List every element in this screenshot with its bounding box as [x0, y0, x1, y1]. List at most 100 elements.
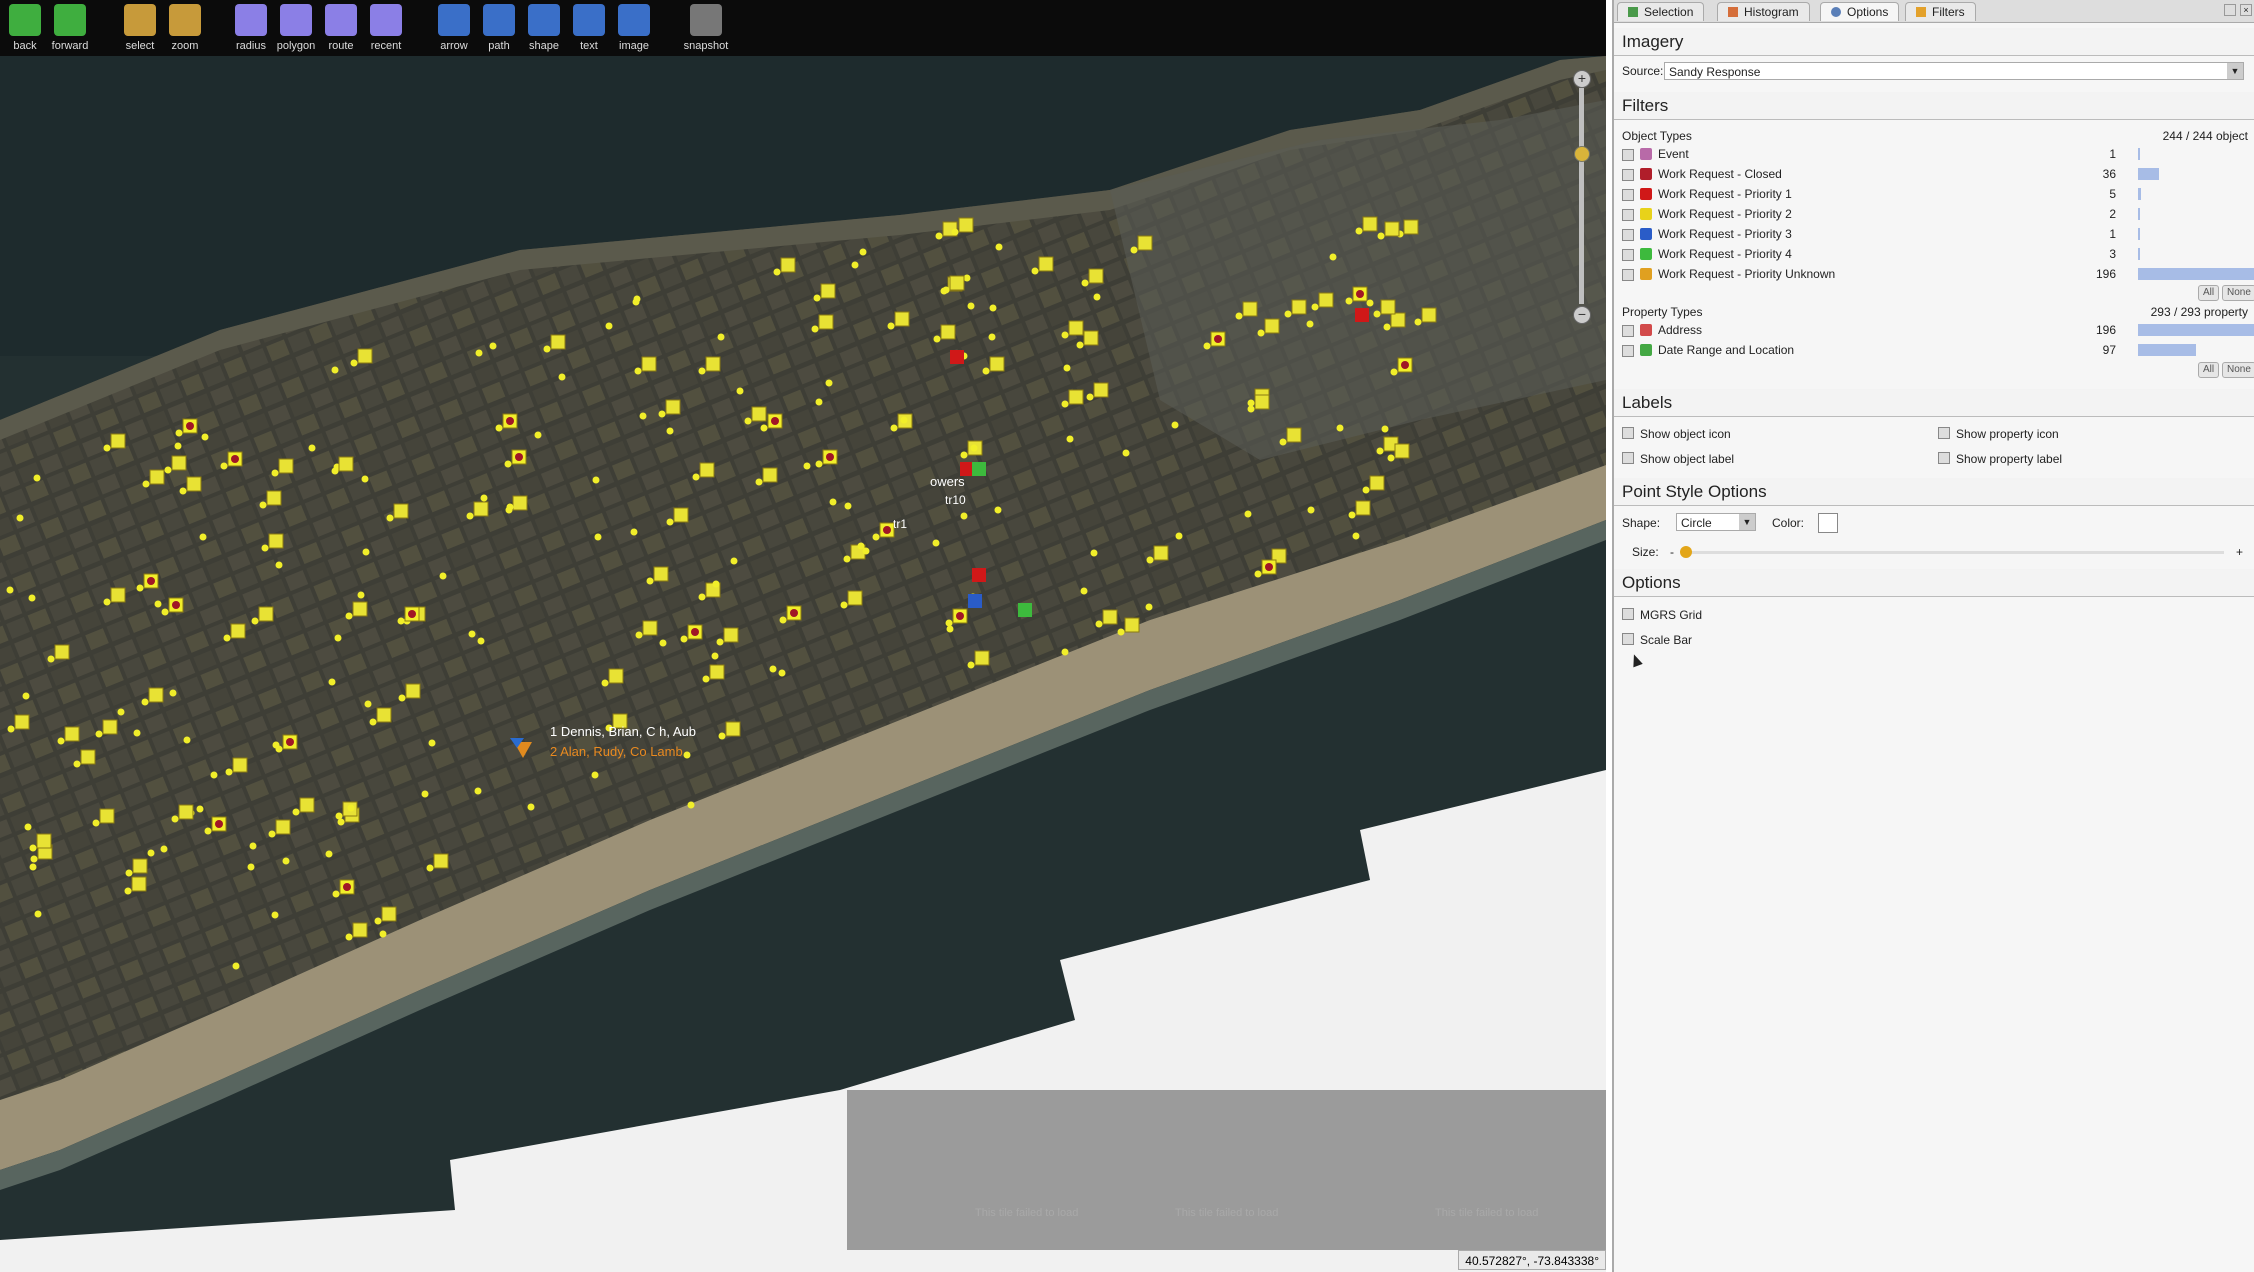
tab-options[interactable]: Options [1820, 2, 1900, 21]
size-slider-handle[interactable] [1680, 546, 1692, 558]
filter-row[interactable]: Work Request - Closed 36 [1622, 165, 2248, 183]
property-types-all-button[interactable]: All [2198, 362, 2220, 378]
address-point [504, 460, 512, 468]
camera-icon [690, 4, 722, 36]
filter-checkbox[interactable] [1622, 169, 1634, 181]
priority-marker [950, 350, 964, 364]
address-point [1031, 267, 1039, 275]
filter-row[interactable]: Work Request - Priority 3 1 [1622, 225, 2248, 243]
zoom-tool-button[interactable]: zoom [162, 4, 208, 52]
text-tool-button[interactable]: text [566, 4, 612, 52]
tab-histogram[interactable]: Histogram [1717, 2, 1810, 21]
route-tool-button[interactable]: route [318, 4, 364, 52]
zoom-in-icon[interactable]: + [1573, 70, 1591, 88]
address-point [220, 462, 228, 470]
shape-select[interactable]: Circle ▼ [1676, 513, 1756, 531]
filter-count-bar [2138, 228, 2140, 240]
address-point [1061, 648, 1069, 656]
address-point [935, 232, 943, 240]
color-swatch[interactable] [1818, 513, 1838, 533]
image-tool-button[interactable]: image [611, 4, 657, 52]
snapshot-tool-button[interactable]: snapshot [683, 4, 729, 52]
filter-checkbox[interactable] [1622, 229, 1634, 241]
address-point [34, 910, 42, 918]
filter-row[interactable]: Address 196 [1622, 321, 2254, 339]
size-minus[interactable]: - [1670, 545, 1674, 559]
filter-row[interactable]: Work Request - Priority Unknown 196 [1622, 265, 2254, 283]
zoom-slider[interactable]: + − [1572, 70, 1592, 325]
filter-count: 5 [2109, 187, 2116, 201]
address-point [1254, 570, 1262, 578]
filter-checkbox[interactable] [1622, 269, 1634, 281]
size-plus[interactable]: + [2236, 545, 2243, 559]
closed-icon [286, 738, 294, 746]
address-point [292, 808, 300, 816]
filter-count-bar [2138, 324, 2254, 336]
filter-checkbox[interactable] [1622, 189, 1634, 201]
property-types-none-button[interactable]: None [2222, 362, 2254, 378]
address-point [592, 476, 600, 484]
work-request-marker [131, 876, 147, 892]
tool-label: back [13, 40, 37, 52]
polygon-tool-button[interactable]: polygon [273, 4, 319, 52]
address-point [271, 911, 279, 919]
path-tool-button[interactable]: path [476, 4, 522, 52]
work-request-marker [54, 644, 70, 660]
address-point [308, 444, 316, 452]
filter-row[interactable]: Work Request - Priority 2 2 [1622, 205, 2248, 223]
address-point [103, 598, 111, 606]
work-request-marker [1264, 318, 1280, 334]
address-point [851, 261, 859, 269]
address-point [711, 652, 719, 660]
zoom-handle[interactable] [1574, 146, 1590, 162]
forward-tool-button[interactable]: forward [47, 4, 93, 52]
map-view[interactable]: This tile failed to load This tile faile… [0, 0, 1606, 1272]
show-property-label-checkbox[interactable]: Show property label [1938, 451, 2062, 466]
address-point [480, 494, 488, 502]
filter-checkbox[interactable] [1622, 209, 1634, 221]
shape-tool-button[interactable]: shape [521, 4, 567, 52]
address-point [183, 736, 191, 744]
panel-menu-icon[interactable] [2224, 4, 2236, 16]
radius-tool-button[interactable]: radius [228, 4, 274, 52]
filter-checkbox[interactable] [1622, 325, 1634, 337]
scale-bar-checkbox[interactable]: Scale Bar [1622, 632, 1692, 647]
filter-checkbox[interactable] [1622, 249, 1634, 261]
filter-row[interactable]: Work Request - Priority 4 3 [1622, 245, 2248, 263]
select-tool-button[interactable]: select [117, 4, 163, 52]
labels-header: Labels [1614, 389, 2254, 417]
back-tool-button[interactable]: back [2, 4, 48, 52]
work-request-marker [357, 348, 373, 364]
panel-close-icon[interactable]: × [2240, 4, 2252, 16]
mgrs-grid-checkbox[interactable]: MGRS Grid [1622, 607, 1702, 622]
filter-row[interactable]: Date Range and Location 97 [1622, 341, 2248, 359]
address-point [646, 577, 654, 585]
show-property-icon-checkbox[interactable]: Show property icon [1938, 426, 2059, 441]
show-object-icon-checkbox[interactable]: Show object icon [1622, 426, 1731, 441]
filter-checkbox[interactable] [1622, 149, 1634, 161]
address-point [594, 533, 602, 541]
object-types-none-button[interactable]: None [2222, 285, 2254, 301]
zoom-out-icon[interactable]: − [1573, 306, 1591, 324]
source-select[interactable]: Sandy Response ▼ [1664, 62, 2244, 80]
work-request-marker [110, 433, 126, 449]
tab-filters[interactable]: Filters [1905, 2, 1976, 21]
image-pen-icon [618, 4, 650, 36]
type-icon [1640, 208, 1652, 220]
address-point [347, 804, 355, 812]
show-object-label-checkbox[interactable]: Show object label [1622, 451, 1734, 466]
size-slider-track[interactable] [1684, 551, 2224, 554]
tab-selection[interactable]: Selection [1617, 2, 1705, 21]
filter-row[interactable]: Work Request - Priority 1 5 [1622, 185, 2248, 203]
address-point [843, 555, 851, 563]
filter-row[interactable]: Event 1 [1622, 145, 2248, 163]
zoom-track[interactable] [1579, 88, 1584, 304]
satellite-imagery[interactable]: This tile failed to load This tile faile… [0, 0, 1606, 1272]
work-request-marker [818, 314, 834, 330]
object-types-all-button[interactable]: All [2198, 285, 2220, 301]
arrow-tool-button[interactable]: arrow [431, 4, 477, 52]
closed-icon [826, 453, 834, 461]
recent-tool-button[interactable]: recent [363, 4, 409, 52]
filter-checkbox[interactable] [1622, 345, 1634, 357]
arrow-pen-icon [438, 4, 470, 36]
